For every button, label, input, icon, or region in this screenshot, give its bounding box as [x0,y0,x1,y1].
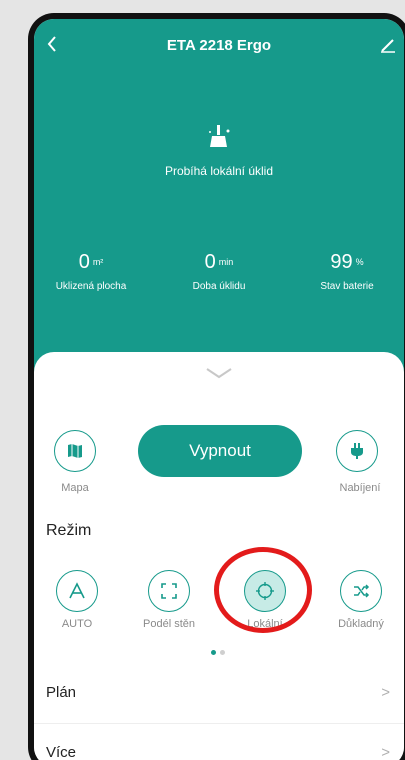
map-icon [68,444,82,458]
mode-label: Důkladný [338,618,384,630]
page-dot-active [211,650,216,655]
edit-pencil-icon[interactable] [380,37,396,53]
stat-cleaning-time: 0 min Doba úklidu [164,251,274,292]
broom-sparkle-icon [207,123,231,151]
mode-deep-button[interactable] [340,570,382,612]
phone-frame: ETA 2218 Ergo Probíhá lokální úklid 0 m² … [28,13,405,760]
page-indicator [209,650,229,656]
plug-icon [351,443,363,459]
cleaning-status: Probíhá lokální úklid [34,123,404,178]
device-title: ETA 2218 Ergo [166,37,272,54]
stats-row: 0 m² Uklizená plocha 0 min Doba úklidu 99%… [34,251,404,301]
list-item-more[interactable]: Více > [34,724,404,760]
stat-label: Stav baterie [320,281,374,292]
list-item-label: Plán [46,684,77,701]
map-label: Mapa [61,482,89,494]
main-controls-row: Mapa Vypnout Nabíjení [34,422,404,502]
map-button[interactable] [54,430,96,472]
chevron-right-icon: > [381,684,390,701]
turn-off-button[interactable]: Vypnout [138,425,302,477]
mode-edge-button[interactable] [148,570,190,612]
list-item-label: Více [46,744,77,760]
stat-label: Doba úklidu [192,281,246,292]
control-panel: Mapa Vypnout Nabíjení Režim AUTO Podél s… [34,352,404,760]
stat-cleaned-area: 0 m² Uklizená plocha [36,251,146,292]
status-header-area: ETA 2218 Ergo Probíhá lokální úklid 0 m² … [34,19,404,379]
stat-unit: min [218,257,234,267]
stat-value: 99 [330,251,353,273]
edge-frame-icon [161,583,177,599]
shuffle-icon [354,584,370,598]
chevron-right-icon: > [381,744,390,760]
mode-label: Podél stěn [143,618,195,630]
stat-value: 0 [78,251,90,273]
mode-section-title: Režim [46,522,92,539]
stat-unit: m² [92,257,104,267]
stat-battery: 99% Stav baterie [292,251,402,292]
app-screen: ETA 2218 Ergo Probíhá lokální úklid 0 m² … [34,19,404,760]
top-bar: ETA 2218 Ergo [34,35,404,59]
stat-value: 0 [204,251,216,273]
status-text: Probíhá lokální úklid [164,164,274,178]
stat-unit: % [355,257,364,267]
chevron-down-icon[interactable] [205,366,233,379]
list-item-plan[interactable]: Plán > [34,664,404,724]
charge-label: Nabíjení [339,482,381,494]
page-dot [220,650,225,655]
highlight-circle-annotation [214,547,312,633]
stat-label: Uklizená plocha [55,281,127,292]
letter-a-icon [69,582,85,599]
mode-auto-button[interactable] [56,570,98,612]
mode-label: AUTO [61,618,93,630]
charge-button[interactable] [336,430,378,472]
